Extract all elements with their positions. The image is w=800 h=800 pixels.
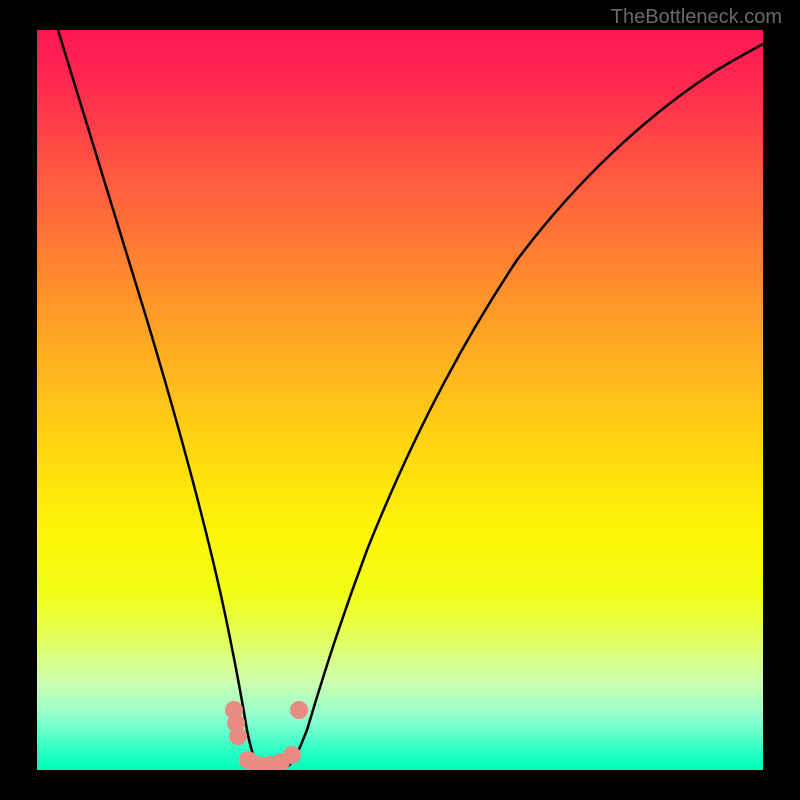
watermark-text: TheBottleneck.com [611, 6, 782, 29]
bottleneck-curve [58, 30, 763, 770]
marker-group [225, 701, 308, 770]
plot-area [37, 30, 763, 770]
chart-svg [37, 30, 763, 770]
data-marker [229, 727, 247, 745]
data-marker [283, 746, 301, 764]
data-marker [290, 701, 308, 719]
